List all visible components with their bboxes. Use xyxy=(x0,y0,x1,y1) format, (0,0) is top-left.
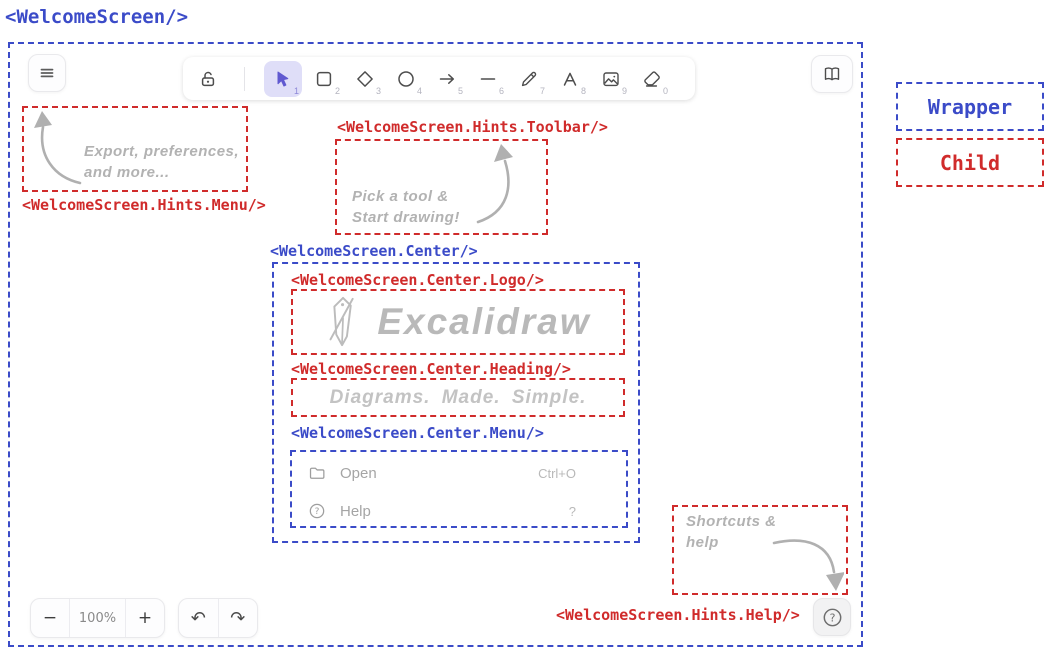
library-button[interactable] xyxy=(811,55,853,93)
hint-menu-label: <WelcomeScreen.Hints.Menu/> xyxy=(22,196,266,214)
tool-number: 9 xyxy=(622,86,627,96)
tool-number: 8 xyxy=(581,86,586,96)
hint-menu-text: Export, preferences, and more... xyxy=(84,141,239,183)
lock-tool[interactable] xyxy=(193,61,223,97)
ellipse-icon xyxy=(396,69,416,89)
page-title: <WelcomeScreen/> xyxy=(5,6,188,28)
tool-selection[interactable]: 1 xyxy=(264,61,302,97)
center-heading: Diagrams. Made. Simple. xyxy=(291,378,625,417)
legend-wrapper-box: Wrapper xyxy=(896,82,1044,131)
line-icon xyxy=(478,69,498,89)
tool-number: 4 xyxy=(417,86,422,96)
hint-toolbar-label: <WelcomeScreen.Hints.Toolbar/> xyxy=(337,118,608,136)
tool-eraser[interactable]: 0 xyxy=(633,61,671,97)
menu-item-shortcut: ? xyxy=(569,504,576,519)
zoom-level[interactable]: 100% xyxy=(69,599,125,637)
legend-child-label: Child xyxy=(940,151,1000,175)
center-label: <WelcomeScreen.Center/> xyxy=(270,242,478,260)
main-menu-button[interactable] xyxy=(28,54,66,92)
unlock-icon xyxy=(198,69,218,89)
text-icon xyxy=(560,69,580,89)
zoom-controls: − 100% + xyxy=(30,598,165,638)
tool-number: 2 xyxy=(335,86,340,96)
center-heading-label: <WelcomeScreen.Center.Heading/> xyxy=(291,360,571,378)
undo-redo-controls: ↶ ↷ xyxy=(178,598,258,638)
image-icon xyxy=(601,69,621,89)
eraser-icon xyxy=(642,69,662,89)
pencil-icon xyxy=(519,69,539,89)
tool-arrow[interactable]: 5 xyxy=(428,61,466,97)
hint-help-label: <WelcomeScreen.Hints.Help/> xyxy=(556,606,800,624)
excalidraw-pen-nib-icon xyxy=(325,295,363,349)
center-menu-label: <WelcomeScreen.Center.Menu/> xyxy=(291,424,544,442)
help-button[interactable]: ? xyxy=(813,598,851,636)
book-icon xyxy=(822,64,842,84)
tool-rectangle[interactable]: 2 xyxy=(305,61,343,97)
tool-line[interactable]: 6 xyxy=(469,61,507,97)
tool-number: 3 xyxy=(376,86,381,96)
redo-icon: ↷ xyxy=(230,608,245,629)
welcome-screen-doc-figure: <WelcomeScreen/> xyxy=(0,0,1053,661)
rectangle-icon xyxy=(314,69,334,89)
center-logo-label: <WelcomeScreen.Center.Logo/> xyxy=(291,271,544,289)
help-circle-icon: ? xyxy=(308,502,326,520)
hamburger-icon xyxy=(37,63,57,83)
legend-wrapper-label: Wrapper xyxy=(928,95,1012,119)
tool-number: 1 xyxy=(294,86,299,96)
center-menu-item-open[interactable]: Open Ctrl+O xyxy=(296,458,622,488)
undo-button[interactable]: ↶ xyxy=(179,599,218,637)
tool-image[interactable]: 9 xyxy=(592,61,630,97)
tool-ellipse[interactable]: 4 xyxy=(387,61,425,97)
help-circle-icon: ? xyxy=(822,607,843,628)
menu-item-label: Help xyxy=(340,503,371,520)
hint-toolbar-text: Pick a tool & Start drawing! xyxy=(352,186,460,228)
zoom-in-button[interactable]: + xyxy=(125,599,164,637)
legend-child-box: Child xyxy=(896,138,1044,187)
svg-text:?: ? xyxy=(315,507,320,517)
toolbar: 1 2 3 4 xyxy=(183,57,695,100)
menu-item-label: Open xyxy=(340,465,377,482)
svg-text:?: ? xyxy=(829,611,835,624)
tool-number: 5 xyxy=(458,86,463,96)
tool-number: 0 xyxy=(663,86,668,96)
arrow-icon xyxy=(437,69,457,89)
folder-icon xyxy=(308,464,326,482)
toolbar-divider xyxy=(244,67,245,91)
tool-number: 6 xyxy=(499,86,504,96)
menu-item-shortcut: Ctrl+O xyxy=(538,466,576,481)
excalidraw-logo: Excalidraw xyxy=(291,289,625,355)
redo-button[interactable]: ↷ xyxy=(218,599,258,637)
tool-draw[interactable]: 7 xyxy=(510,61,548,97)
tool-diamond[interactable]: 3 xyxy=(346,61,384,97)
tool-number: 7 xyxy=(540,86,545,96)
undo-icon: ↶ xyxy=(191,608,206,629)
tool-text[interactable]: 8 xyxy=(551,61,589,97)
hint-help-text: Shortcuts & help xyxy=(686,511,777,553)
center-menu-item-help[interactable]: ? Help ? xyxy=(296,496,622,526)
excalidraw-logo-text: Excalidraw xyxy=(377,301,590,343)
diamond-icon xyxy=(355,69,375,89)
selection-cursor-icon xyxy=(273,69,293,89)
center-menu: Open Ctrl+O ? Help ? xyxy=(290,450,628,528)
center-heading-text: Diagrams. Made. Simple. xyxy=(330,387,587,409)
zoom-out-button[interactable]: − xyxy=(31,599,69,637)
